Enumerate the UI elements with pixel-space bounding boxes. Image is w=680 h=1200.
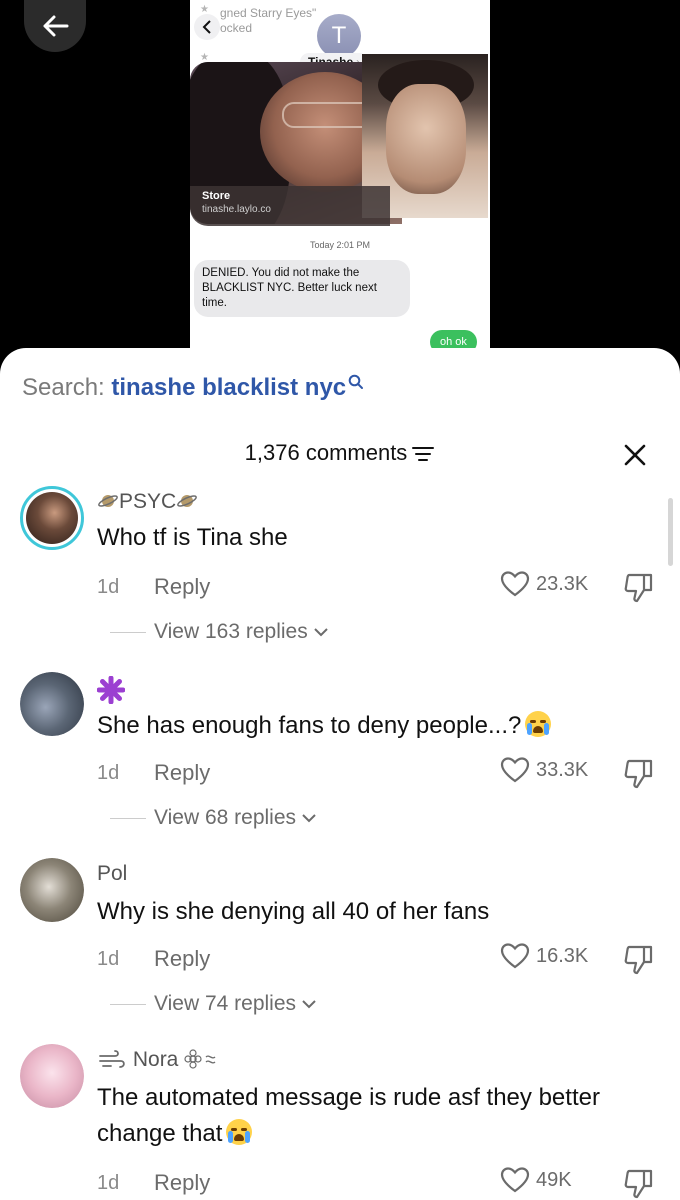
comments-count: 1,376 comments bbox=[244, 440, 408, 465]
avatar[interactable] bbox=[20, 486, 84, 550]
notification-line-2: ocked bbox=[220, 21, 253, 35]
comment-text: Who tf is Tina she bbox=[97, 524, 288, 551]
video-player[interactable]: ★★★ gned Starry Eyes" ocked T Tinashe› bbox=[0, 0, 680, 360]
like-button[interactable]: 16.3K bbox=[500, 942, 600, 970]
avatar[interactable] bbox=[20, 1044, 84, 1108]
view-replies-label: View 163 replies bbox=[154, 620, 308, 643]
comment-username[interactable]: Pol bbox=[97, 862, 127, 886]
like-count: 23.3K bbox=[536, 572, 589, 595]
comment-time: 1d bbox=[97, 1172, 120, 1194]
comment-username[interactable]: PSYC bbox=[97, 490, 198, 514]
comment-time: 1d bbox=[97, 762, 120, 784]
store-title: Store bbox=[202, 190, 231, 202]
contact-avatar: T bbox=[317, 14, 361, 58]
view-replies-button[interactable]: View 68 replies bbox=[110, 806, 318, 830]
like-button[interactable]: 49K bbox=[500, 1166, 600, 1194]
scrollbar[interactable] bbox=[668, 498, 673, 566]
reply-button[interactable]: Reply bbox=[154, 946, 210, 972]
store-link: tinashe.laylo.co bbox=[202, 204, 271, 215]
like-button[interactable]: 23.3K bbox=[500, 570, 600, 598]
view-replies-label: View 74 replies bbox=[154, 992, 297, 1015]
view-replies-button[interactable]: View 163 replies bbox=[110, 620, 330, 644]
comment-time: 1d bbox=[97, 576, 120, 598]
chevron-down-icon bbox=[314, 628, 328, 637]
wind-swirl-icon bbox=[99, 1050, 125, 1068]
view-replies-label: View 68 replies bbox=[154, 806, 297, 829]
reply-button[interactable]: Reply bbox=[154, 760, 210, 786]
video-frame-screenshot: ★★★ gned Starry Eyes" ocked T Tinashe› bbox=[190, 0, 490, 360]
username-text: Nora bbox=[132, 1048, 179, 1071]
flower-icon bbox=[184, 1049, 216, 1069]
planet-emoji-icon bbox=[177, 495, 198, 507]
username-text: PSYC bbox=[119, 490, 177, 513]
store-caption: Store tinashe.laylo.co bbox=[190, 186, 390, 226]
search-icon bbox=[348, 374, 364, 389]
dislike-icon[interactable] bbox=[622, 944, 656, 976]
reply-button[interactable]: Reply bbox=[154, 1170, 210, 1196]
crying-face-emoji-icon bbox=[226, 1119, 253, 1145]
notification-text: gned Starry Eyes" ocked bbox=[220, 6, 316, 36]
like-count: 49K bbox=[536, 1168, 572, 1191]
comment-text: Why is she denying all 40 of her fans bbox=[97, 898, 490, 925]
like-count: 33.3K bbox=[536, 758, 589, 781]
search-query[interactable]: tinashe blacklist nyc bbox=[111, 374, 346, 401]
sort-filter-icon[interactable] bbox=[411, 445, 435, 463]
chevron-down-icon bbox=[302, 814, 316, 823]
dislike-icon[interactable] bbox=[622, 1168, 656, 1200]
imessage-header: ★★★ gned Starry Eyes" ocked T Tinashe› bbox=[190, 0, 490, 71]
reply-button[interactable]: Reply bbox=[154, 574, 210, 600]
message-timestamp: Today 2:01 PM bbox=[309, 240, 371, 250]
search-prefix: Search: bbox=[22, 374, 112, 401]
comment-text: She has enough fans to deny people...? bbox=[97, 712, 522, 739]
like-count: 16.3K bbox=[536, 944, 589, 967]
heart-icon bbox=[500, 1167, 530, 1193]
dislike-icon[interactable] bbox=[622, 572, 656, 604]
arrow-left-icon bbox=[43, 15, 69, 37]
crying-face-emoji-icon bbox=[525, 711, 552, 737]
notification-line-1: gned Starry Eyes" bbox=[220, 6, 317, 20]
comment-text-row: The automated message is rude asf they b… bbox=[97, 1080, 657, 1152]
search-suggestion[interactable]: Search: tinashe blacklist nyc bbox=[22, 374, 364, 402]
comment-text-row: She has enough fans to deny people...? bbox=[97, 708, 657, 744]
avatar[interactable] bbox=[20, 672, 84, 736]
dislike-icon[interactable] bbox=[622, 758, 656, 790]
close-button[interactable] bbox=[620, 440, 650, 470]
back-button[interactable] bbox=[24, 0, 86, 52]
close-icon bbox=[624, 444, 646, 466]
sparkle-emoji-icon bbox=[96, 675, 126, 705]
chevron-left-icon bbox=[194, 14, 220, 40]
like-button[interactable]: 33.3K bbox=[500, 756, 600, 784]
comments-header: 1,376 comments bbox=[0, 440, 680, 466]
comments-sheet: Search: tinashe blacklist nyc 1,376 comm… bbox=[0, 348, 680, 1200]
heart-icon bbox=[500, 943, 530, 969]
comment-text: The automated message is rude asf they b… bbox=[97, 1084, 600, 1147]
comment-username[interactable] bbox=[96, 675, 126, 710]
heart-icon bbox=[500, 571, 530, 597]
avatar[interactable] bbox=[20, 858, 84, 922]
link-preview-card: Store tinashe.laylo.co bbox=[190, 54, 488, 226]
comment-time: 1d bbox=[97, 948, 120, 970]
heart-icon bbox=[500, 757, 530, 783]
view-replies-button[interactable]: View 74 replies bbox=[110, 992, 318, 1016]
incoming-message: DENIED. You did not make the BLACKLIST N… bbox=[194, 260, 410, 317]
planet-emoji-icon bbox=[98, 495, 118, 507]
chevron-down-icon bbox=[302, 1000, 316, 1009]
comment-username[interactable]: Nora bbox=[97, 1048, 218, 1072]
